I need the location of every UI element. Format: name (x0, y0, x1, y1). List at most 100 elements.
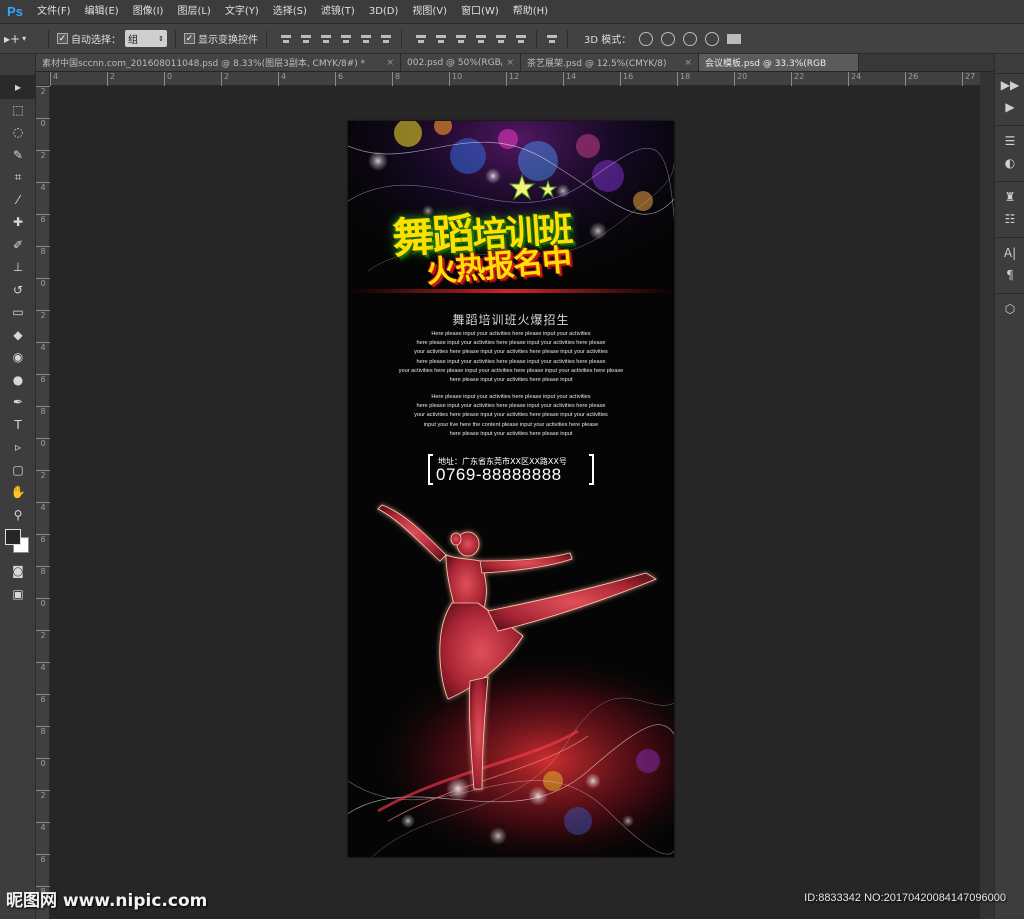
ruler-tick: 24 (848, 72, 861, 86)
brush-tool-icon: ✐ (12, 237, 24, 252)
distribute-buttons (414, 32, 528, 46)
dodge-tool[interactable]: ● (0, 369, 36, 392)
3d-pan-icon[interactable] (683, 31, 698, 46)
clone-stamp-tool[interactable]: ⊥ (0, 256, 36, 279)
document-tab-0[interactable]: 素材中国sccnn.com_201608011048.psd @ 8.33%(图… (36, 54, 401, 71)
auto-select-dropdown[interactable]: 组 ⇕ (125, 30, 167, 47)
menu-item-2[interactable]: 图像(I) (126, 0, 171, 24)
close-icon[interactable]: × (386, 58, 394, 68)
ruler-tick: 2 (221, 72, 229, 86)
distribute-top-icon[interactable] (414, 32, 428, 46)
auto-select-checkbox[interactable]: ✓ (57, 33, 68, 44)
lasso-tool-icon: ◌ (12, 125, 24, 140)
menu-item-5[interactable]: 选择(S) (266, 0, 314, 24)
horizontal-ruler[interactable]: 4 2 0 2 4 6 8 10 12 14 16 18 20 22 24 26 27 (50, 72, 980, 86)
panel-icon: ♜ (1004, 190, 1016, 204)
panel-button-1[interactable]: ▶ (995, 96, 1024, 118)
panel-icon: ⬡ (1004, 302, 1016, 316)
paint-bucket-tool[interactable]: ◆ (0, 324, 36, 347)
panel-button-7[interactable]: ¶ (995, 264, 1024, 286)
shape-tool[interactable]: ▢ (0, 459, 36, 482)
path-select-tool-icon: ▹ (14, 440, 22, 455)
align-hcenter-icon[interactable] (359, 32, 373, 46)
align-bottom-icon[interactable] (319, 32, 333, 46)
menu-item-10[interactable]: 帮助(H) (506, 0, 555, 24)
color-swatches[interactable] (0, 526, 36, 560)
menu-item-8[interactable]: 视图(V) (405, 0, 454, 24)
menu-item-7[interactable]: 3D(D) (362, 0, 406, 24)
ruler-tick: 8 (36, 406, 50, 416)
lasso-tool[interactable]: ◌ (0, 121, 36, 144)
panel-button-4[interactable]: ♜ (995, 186, 1024, 208)
marquee-tool[interactable]: ⬚ (0, 99, 36, 122)
hand-tool[interactable]: ✋ (0, 481, 36, 504)
panel-button-2[interactable]: ☰ (995, 130, 1024, 152)
type-tool[interactable]: T (0, 414, 36, 437)
document-tab-2[interactable]: 茶艺展架.psd @ 12.5%(CMYK/8) × (521, 54, 699, 71)
path-select-tool[interactable]: ▹ (0, 436, 36, 459)
blur-tool[interactable]: ◉ (0, 346, 36, 369)
poster-document[interactable]: 舞蹈培训班 火热报名中 舞蹈培训班火爆招生 Here please input … (348, 121, 674, 857)
quick-mask-tool[interactable]: ◙ (0, 560, 36, 583)
distribute-left-icon[interactable] (474, 32, 488, 46)
panel-group-divider (995, 230, 1024, 238)
tab-label: 会议模板.psd @ 33.3%(RGB (705, 59, 827, 69)
panel-icon: A| (1003, 246, 1017, 260)
panel-button-8[interactable]: ⬡ (995, 298, 1024, 320)
align-right-icon[interactable] (379, 32, 393, 46)
ruler-tick: 8 (36, 726, 50, 736)
vertical-ruler[interactable]: 20246802468024680246802468 (36, 86, 50, 919)
ruler-corner[interactable] (36, 72, 50, 86)
ruler-tick: 4 (36, 342, 50, 352)
3d-slide-icon[interactable] (705, 31, 720, 46)
ruler-tick: 6 (335, 72, 343, 86)
history-brush-tool[interactable]: ↺ (0, 279, 36, 302)
align-top-icon[interactable] (279, 32, 293, 46)
distribute-bottom-icon[interactable] (454, 32, 468, 46)
marquee-tool-icon: ⬚ (12, 102, 24, 117)
tool-preset-picker[interactable]: ▸+ ▾ (4, 32, 40, 46)
eyedropper-tool[interactable]: ⁄ (0, 189, 36, 212)
menu-item-0[interactable]: 文件(F) (30, 0, 78, 24)
menu-item-1[interactable]: 编辑(E) (78, 0, 126, 24)
document-tab-1[interactable]: 002.psd @ 50%(RGB/8) × (401, 54, 521, 71)
3d-scale-icon[interactable] (727, 33, 742, 44)
brush-tool[interactable]: ✐ (0, 234, 36, 257)
pen-tool[interactable]: ✒ (0, 391, 36, 414)
ruler-tick: 2 (36, 310, 50, 320)
panel-button-3[interactable]: ◐ (995, 152, 1024, 174)
3d-orbit-icon[interactable] (639, 31, 654, 46)
move-tool[interactable]: ▸ (0, 76, 36, 99)
ruler-tick: 2 (36, 470, 50, 480)
distribute-hcenter-icon[interactable] (494, 32, 508, 46)
menu-item-9[interactable]: 窗口(W) (454, 0, 506, 24)
healing-brush-tool[interactable]: ✚ (0, 211, 36, 234)
auto-align-icon[interactable] (545, 32, 559, 46)
panel-grip[interactable] (995, 54, 1024, 74)
foreground-color-swatch[interactable] (5, 529, 21, 545)
panel-button-6[interactable]: A| (995, 242, 1024, 264)
distribute-right-icon[interactable] (514, 32, 528, 46)
document-tab-3[interactable]: 会议模板.psd @ 33.3%(RGB (699, 54, 859, 71)
quick-select-tool[interactable]: ✎ (0, 144, 36, 167)
3d-roll-icon[interactable] (661, 31, 676, 46)
eraser-tool[interactable]: ▭ (0, 301, 36, 324)
panel-grip[interactable] (0, 54, 35, 76)
menu-item-4[interactable]: 文字(Y) (218, 0, 266, 24)
show-transform-checkbox[interactable]: ✓ (184, 33, 195, 44)
menu-item-3[interactable]: 图层(L) (170, 0, 217, 24)
close-icon[interactable]: × (684, 58, 692, 68)
ruler-tick: 27 (962, 72, 975, 86)
panel-button-0[interactable]: ▶▶ (995, 74, 1024, 96)
screen-mode-tool[interactable]: ▣ (0, 583, 36, 606)
crop-tool[interactable]: ⌗ (0, 166, 36, 189)
align-left-icon[interactable] (339, 32, 353, 46)
panel-button-5[interactable]: ☷ (995, 208, 1024, 230)
distribute-vcenter-icon[interactable] (434, 32, 448, 46)
divider (401, 29, 402, 48)
align-vcenter-icon[interactable] (299, 32, 313, 46)
shape-tool-icon: ▢ (12, 462, 24, 477)
close-icon[interactable]: × (506, 58, 514, 68)
menu-item-6[interactable]: 滤镜(T) (314, 0, 362, 24)
zoom-tool[interactable]: ⚲ (0, 504, 36, 527)
